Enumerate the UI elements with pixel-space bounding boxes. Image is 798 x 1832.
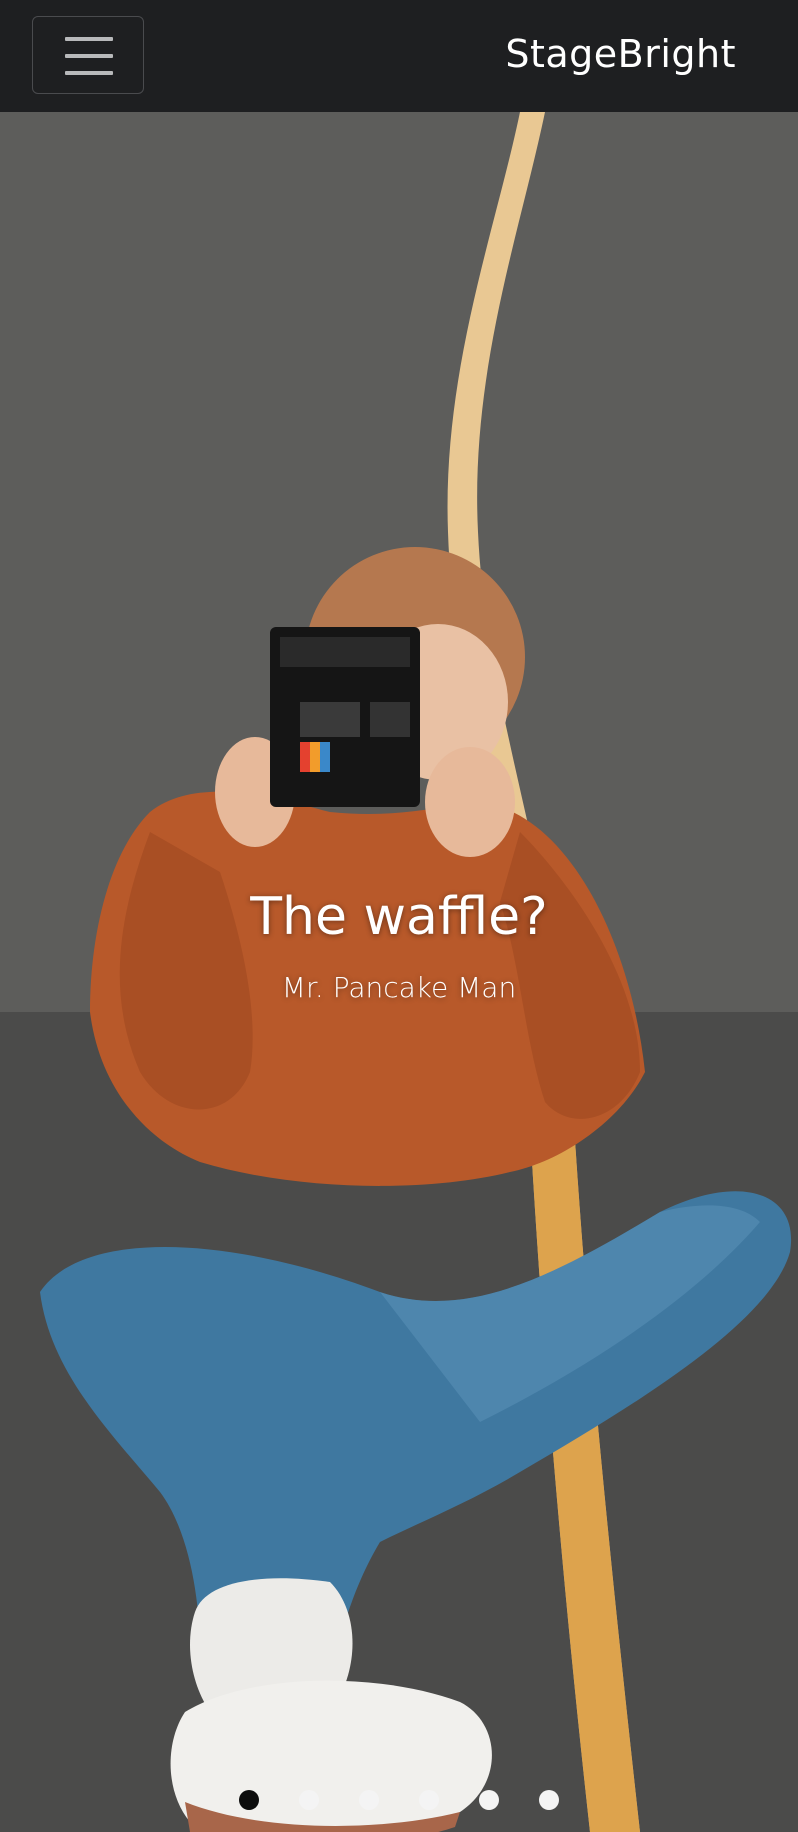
hamburger-menu-icon-bar: [65, 54, 113, 58]
menu-toggle-button[interactable]: [32, 16, 144, 94]
navbar: StageBright: [0, 0, 798, 112]
carousel-indicator-6[interactable]: [539, 1790, 559, 1810]
carousel-indicator-5[interactable]: [479, 1790, 499, 1810]
carousel-indicator-4[interactable]: [419, 1790, 439, 1810]
carousel-indicator-1[interactable]: [239, 1790, 259, 1810]
hamburger-menu-icon: [65, 37, 113, 41]
hamburger-menu-icon-bar: [65, 71, 113, 75]
slide-title: The waffle?: [250, 887, 548, 947]
carousel-indicator-3[interactable]: [359, 1790, 379, 1810]
carousel-indicators: [0, 1780, 798, 1820]
slide-subtitle: Mr. Pancake Man: [281, 971, 517, 1004]
carousel-caption: The waffle? Mr. Pancake Man: [0, 882, 798, 1006]
carousel-indicator-2[interactable]: [299, 1790, 319, 1810]
brand-logo-text[interactable]: StageBright: [505, 28, 736, 80]
hero-carousel[interactable]: The waffle? Mr. Pancake Man: [0, 112, 798, 1832]
